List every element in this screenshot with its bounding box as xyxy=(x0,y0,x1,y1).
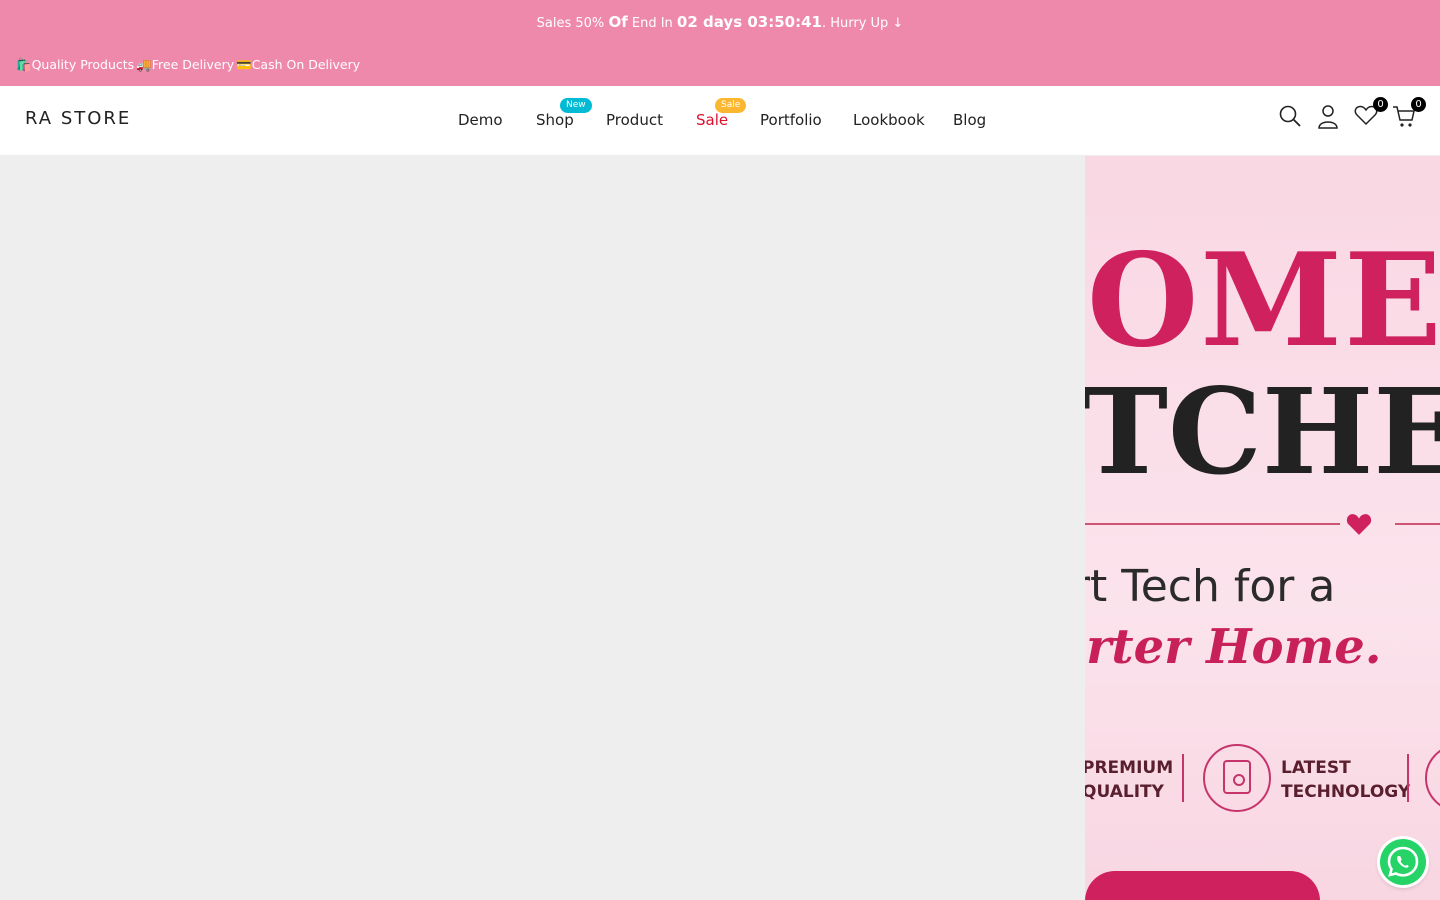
nav-item-label: Sale xyxy=(696,111,729,129)
sale-badge: Sale xyxy=(715,98,747,113)
site-header: RA STORE Demo Shop New Product Sale Sale… xyxy=(0,86,1440,156)
nav-item-portfolio[interactable]: Portfolio xyxy=(760,111,822,129)
nav-item-blog[interactable]: Blog xyxy=(953,111,986,129)
wishlist-button[interactable]: 0 xyxy=(1354,97,1388,130)
feature-separator xyxy=(1407,754,1409,802)
user-icon[interactable] xyxy=(1316,104,1342,130)
shop-now-button[interactable] xyxy=(1085,871,1320,900)
washing-machine-icon xyxy=(1203,744,1271,812)
hero-headline-2: ITCHE xyxy=(1085,362,1440,501)
new-badge: New xyxy=(560,98,592,113)
header-icons: 0 0 xyxy=(1278,97,1426,134)
promo-mid: End In xyxy=(631,16,673,31)
feature-premium-quality: PREMIUM QUALITY xyxy=(1085,756,1173,804)
feature-latest-technology: LATEST TECHNOLOGY xyxy=(1281,756,1410,804)
feature-delivery: 🚚Free Delivery xyxy=(136,57,235,72)
divider-line xyxy=(1395,523,1440,525)
nav-item-product[interactable]: Product xyxy=(606,111,663,129)
hero-tagline-1: art Tech for a xyxy=(1085,561,1336,612)
whatsapp-button[interactable] xyxy=(1380,839,1426,885)
nav-item-sale[interactable]: Sale Sale xyxy=(696,98,747,129)
machine-door xyxy=(1233,774,1245,786)
whatsapp-icon xyxy=(1387,846,1419,877)
promo-suffix: . Hurry Up ↓ xyxy=(821,16,904,31)
countdown-timer: 02 days 03:50:41 xyxy=(676,13,822,31)
feature-line: TECHNOLOGY xyxy=(1281,782,1411,802)
search-icon[interactable] xyxy=(1278,104,1304,130)
nav-item-label: Shop xyxy=(536,111,574,129)
feature-line: PREMIUM xyxy=(1085,758,1174,778)
divider-line xyxy=(1085,523,1340,525)
wishlist-count: 0 xyxy=(1373,97,1388,112)
nav-item-demo[interactable]: Demo xyxy=(458,111,503,129)
heart-divider-icon xyxy=(1346,514,1372,535)
hero-tagline-2: arter Home. xyxy=(1085,619,1382,675)
promo-prefix: Sales 50% xyxy=(536,16,605,31)
feature-icon xyxy=(1425,744,1440,812)
main-nav: Demo Shop New Product Sale Sale Portfoli… xyxy=(0,86,1440,156)
feature-separator xyxy=(1182,754,1184,802)
feature-list: 🛍️Quality Products 🚚Free Delivery 💳Cash On… xyxy=(16,56,362,74)
announcement-bar: Sales 50% Of End In 02 days 03:50:41. Hu… xyxy=(0,0,1440,86)
hero-headline-1: IOME xyxy=(1085,226,1440,376)
promo-of: Of xyxy=(608,13,628,31)
nav-item-lookbook[interactable]: Lookbook xyxy=(853,111,925,129)
feature-line: LATEST xyxy=(1281,758,1351,778)
sale-countdown: Sales 50% Of End In 02 days 03:50:41. Hu… xyxy=(0,12,1440,34)
hero-image-placeholder xyxy=(0,156,1085,900)
feature-line: QUALITY xyxy=(1085,782,1164,802)
cart-button[interactable]: 0 xyxy=(1392,97,1426,130)
hero-banner[interactable]: IOME ITCHE art Tech for a arter Home. PR… xyxy=(1085,156,1440,900)
cart-count: 0 xyxy=(1411,97,1426,112)
feature-quality: 🛍️Quality Products xyxy=(16,57,135,72)
machine-body xyxy=(1223,760,1251,794)
feature-cod: 💳Cash On Delivery xyxy=(236,57,361,72)
nav-item-shop[interactable]: Shop New xyxy=(536,98,592,129)
